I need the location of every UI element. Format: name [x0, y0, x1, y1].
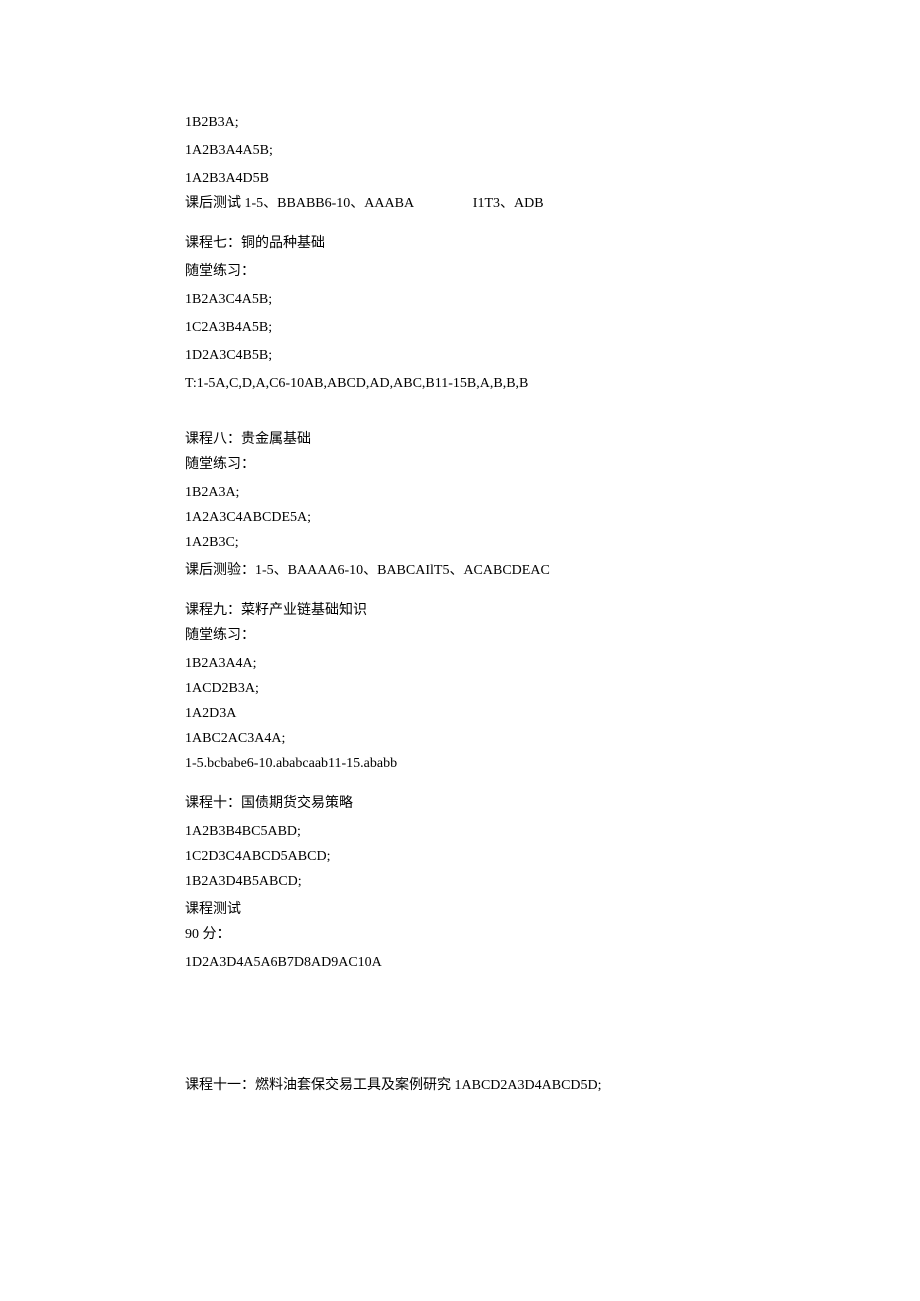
text-line: 课后测试 1-5、BBABB6-10、AAABA I1T3、ADB	[185, 193, 745, 214]
text-line: 1C2D3C4ABCD5ABCD;	[185, 846, 745, 867]
text-line: 1A2B3A4D5B	[185, 168, 745, 189]
text-line: 1B2A3A;	[185, 482, 745, 503]
text-line: 1D2A3C4B5B;	[185, 345, 745, 366]
section-subtitle: 随堂练习：	[185, 625, 745, 646]
text-line: 1B2B3A;	[185, 112, 745, 133]
text-line: 课程测试	[185, 899, 745, 920]
text-line: 1ACD2B3A;	[185, 678, 745, 699]
text-line: 1A2B3B4BC5ABD;	[185, 821, 745, 842]
text-line: 1A2A3C4ABCDE5A;	[185, 507, 745, 528]
text-line: 课后测验：1-5、BAAAA6-10、BABCAIlT5、ACABCDEAC	[185, 560, 745, 581]
text-line: 1C2A3B4A5B;	[185, 317, 745, 338]
text-line: 1A2B3A4A5B;	[185, 140, 745, 161]
course-title: 课程十：国债期货交易策略	[185, 793, 745, 814]
text-line: 1B2A3C4A5B;	[185, 289, 745, 310]
section-subtitle: 随堂练习：	[185, 454, 745, 475]
text-line: 1A2B3C;	[185, 532, 745, 553]
document-content: 1B2B3A; 1A2B3A4A5B; 1A2B3A4D5B 课后测试 1-5、…	[185, 112, 745, 1103]
text-line: 1D2A3D4A5A6B7D8AD9AC10A	[185, 952, 745, 973]
text-line: T:1-5A,C,D,A,C6-10AB,ABCD,AD,ABC,B11-15B…	[185, 373, 745, 394]
course-title: 课程七：铜的品种基础	[185, 233, 745, 254]
text-line: 1ABC2AC3A4A;	[185, 728, 745, 749]
course-title: 课程十一：燃料油套保交易工具及案例研究 1ABCD2A3D4ABCD5D;	[185, 1075, 745, 1096]
text-line: 1A2D3A	[185, 703, 745, 724]
section-subtitle: 随堂练习：	[185, 261, 745, 282]
course-title: 课程八：贵金属基础	[185, 429, 745, 450]
course-title: 课程九：菜籽产业链基础知识	[185, 600, 745, 621]
text-line: 1B2A3D4B5ABCD;	[185, 871, 745, 892]
text-line: 1B2A3A4A;	[185, 653, 745, 674]
text-line: 90 分：	[185, 924, 745, 945]
text-line: 1-5.bcbabe6-10.ababcaab11-15.ababb	[185, 753, 745, 774]
